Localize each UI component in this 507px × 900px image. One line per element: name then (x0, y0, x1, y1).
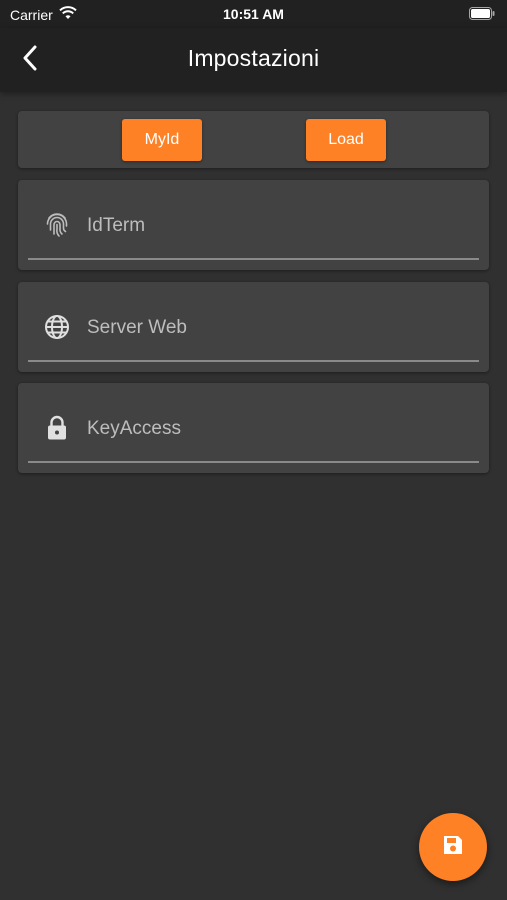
keyaccess-placeholder: KeyAccess (87, 418, 181, 439)
battery-icon (469, 7, 495, 23)
load-button[interactable]: Load (306, 119, 386, 161)
server-web-underline (28, 360, 479, 362)
server-web-field[interactable]: Server Web (18, 282, 489, 372)
idterm-field[interactable]: IdTerm (18, 180, 489, 270)
actions-card: MyId Load (18, 111, 489, 168)
myid-button[interactable]: MyId (122, 119, 202, 161)
save-button[interactable] (419, 813, 487, 881)
idterm-underline (28, 258, 479, 260)
fingerprint-icon (44, 212, 70, 238)
idterm-placeholder: IdTerm (87, 215, 146, 236)
status-bar: Carrier 10:51 AM (0, 0, 507, 28)
app-bar: Impostazioni (0, 28, 507, 92)
keyaccess-underline (28, 461, 479, 463)
status-time: 10:51 AM (223, 6, 284, 22)
lock-icon (44, 415, 70, 441)
save-icon (441, 833, 465, 862)
keyaccess-field[interactable]: KeyAccess (18, 383, 489, 473)
globe-icon (44, 314, 70, 340)
server-web-placeholder: Server Web (87, 317, 187, 338)
page-title: Impostazioni (187, 45, 320, 71)
